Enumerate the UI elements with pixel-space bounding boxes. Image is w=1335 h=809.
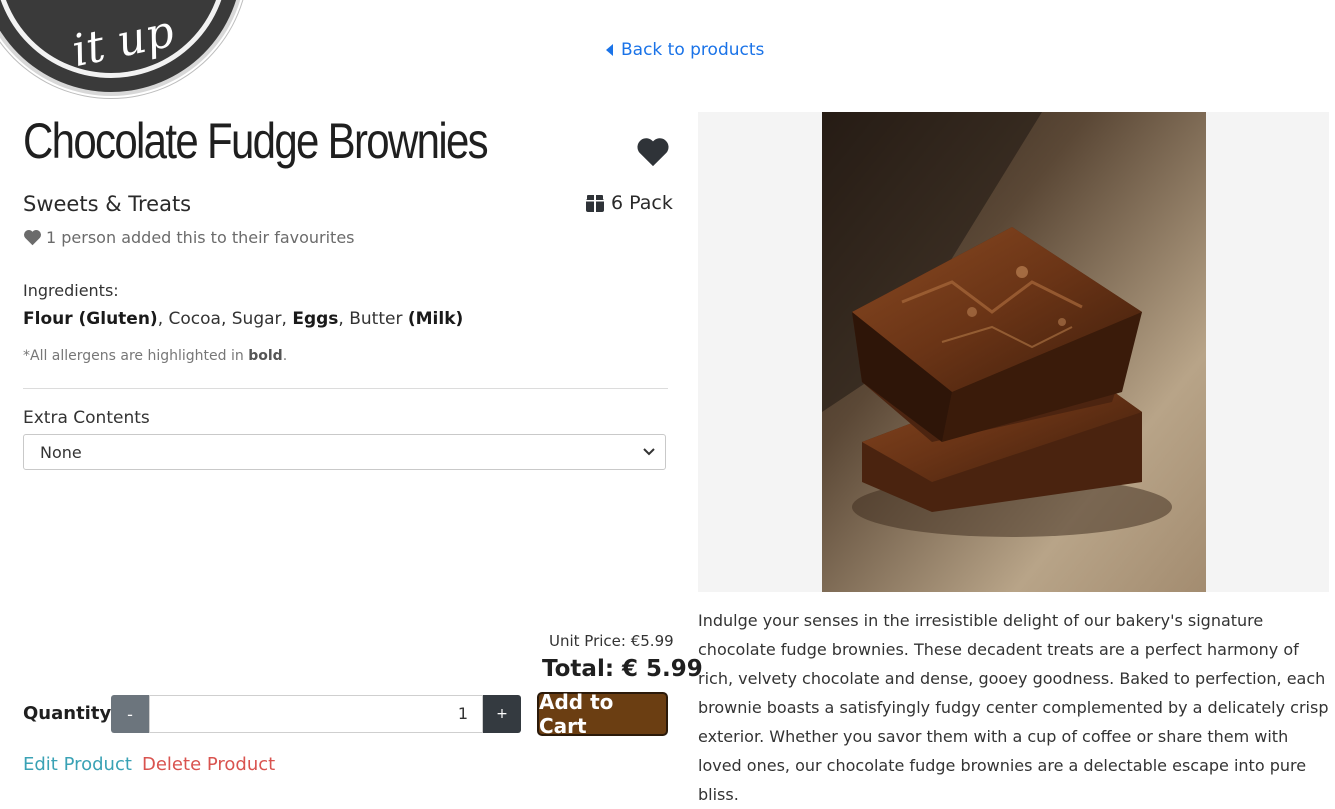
chevron-down-icon [643,448,655,456]
heart-icon [637,138,669,167]
favourite-heart-icon[interactable] [636,136,670,172]
back-to-products-link[interactable]: Back to products [606,40,764,60]
unit-price: Unit Price: €5.99 [549,632,674,650]
delete-product-link[interactable]: Delete Product [142,754,275,775]
ingredient-text: , Butter [338,309,408,329]
product-title: Chocolate Fudge Brownies [23,113,489,169]
allergen-note: *All allergens are highlighted in bold. [23,348,287,364]
quantity-label: Quantity: [23,703,119,724]
divider [23,388,668,389]
product-category: Sweets & Treats [23,192,192,216]
ingredient-allergen: Flour (Gluten) [23,309,158,329]
ingredients-list: Flour (Gluten), Cocoa, Sugar, Eggs, Butt… [23,309,463,329]
allergen-note-bold: bold [248,348,283,364]
product-description: Indulge your senses in the irresistible … [698,611,1329,804]
allergen-note-prefix: *All allergens are highlighted in [23,348,249,364]
back-link-label: Back to products [621,40,765,60]
product-image-panel [698,112,1329,592]
add-to-cart-button[interactable]: Add to Cart [537,690,668,738]
pack-size: 6 Pack [586,192,673,214]
quantity-input[interactable]: 1 [149,695,483,733]
site-logo[interactable]: it up [0,0,242,92]
heart-icon [24,229,41,246]
total-price: Total: € 5.99 [542,656,703,682]
edit-product-link[interactable]: Edit Product [23,754,132,775]
favourites-count-text: 1 person added this to their favourites [46,228,355,247]
extra-contents-label: Extra Contents [23,408,150,428]
decrement-quantity-button[interactable]: - [111,695,149,733]
ingredient-allergen: Eggs [292,309,339,329]
favourites-count: 1 person added this to their favourites [23,228,355,247]
ingredient-text: , Cocoa, Sugar, [157,309,293,329]
extra-contents-select[interactable]: None [23,434,666,470]
ingredients-label: Ingredients: [23,281,119,300]
increment-quantity-button[interactable]: + [483,695,521,733]
extra-contents-selected: None [40,442,82,462]
ingredient-allergen: (Milk) [407,309,464,329]
brownie-illustration [822,112,1206,592]
box-icon [586,194,604,212]
product-image [822,112,1206,592]
pack-size-label: 6 Pack [611,192,673,214]
caret-left-icon [606,44,613,56]
allergen-note-suffix: . [282,348,288,364]
